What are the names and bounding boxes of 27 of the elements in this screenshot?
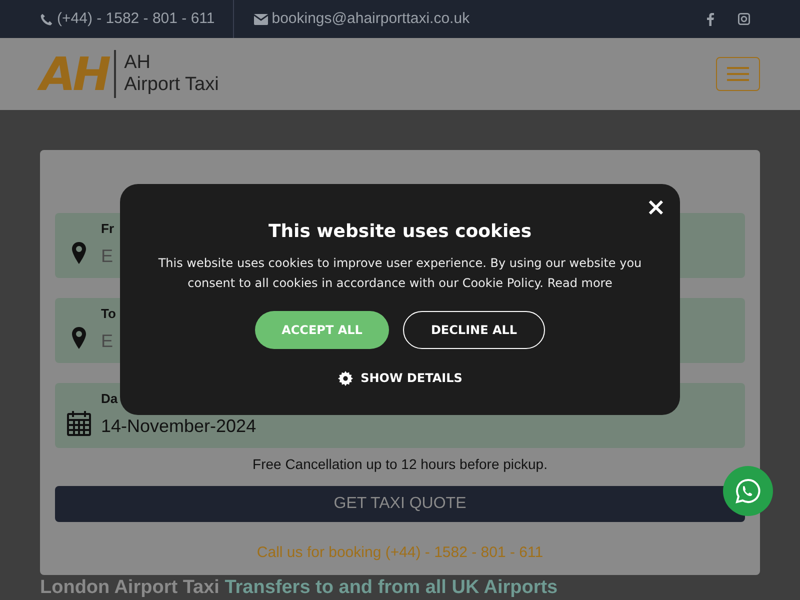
field-placeholder: E <box>101 245 114 268</box>
read-more-link[interactable]: Read more <box>547 276 612 290</box>
field-label: Da <box>101 391 119 407</box>
map-pin-icon <box>72 242 86 264</box>
phone-number[interactable]: (+44) - 1582 - 801 - 611 <box>57 8 215 30</box>
chat-bubble-icon <box>735 478 761 504</box>
logo-text: AH <box>124 52 152 74</box>
get-quote-button[interactable]: GET TAXI QUOTE <box>55 486 745 522</box>
facebook-icon[interactable] <box>707 12 714 26</box>
dialog-text: This website uses cookies to improve user experience. By using our website you consent to all cookies in accordance with our Cookie Policy. Read more <box>157 255 643 292</box>
field-label: Fr <box>101 221 114 237</box>
phone-icon <box>40 12 53 26</box>
email-address[interactable]: bookings@ahairporttaxi.co.uk <box>272 8 470 30</box>
close-button[interactable]: × <box>646 196 666 218</box>
calendar-icon <box>67 410 91 436</box>
gear-icon[interactable] <box>338 370 353 386</box>
dialog-title: This website uses cookies <box>268 220 532 244</box>
decline-all-button[interactable]: DECLINE ALL <box>403 311 545 349</box>
cancellation-note: Free Cancellation up to 12 hours before pickup. <box>252 455 548 474</box>
envelope-icon <box>254 14 268 24</box>
section-heading: London Airport Taxi Transfers to and from all UK Airports <box>40 578 559 598</box>
field-label: To <box>101 306 116 322</box>
field-value: 14-November-2024 <box>101 415 256 438</box>
map-pin-icon <box>72 326 86 348</box>
instagram-icon[interactable] <box>738 13 750 25</box>
logo-text: Airport Taxi <box>124 74 219 96</box>
field-placeholder: E <box>101 330 114 353</box>
